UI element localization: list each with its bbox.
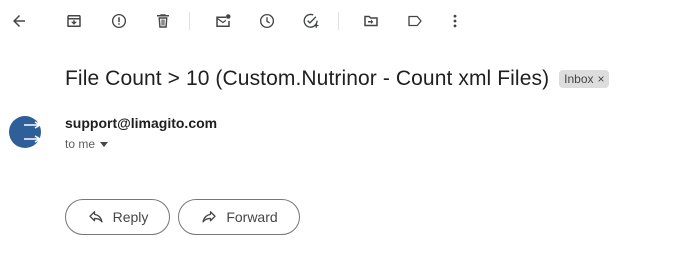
labels-button[interactable] xyxy=(401,7,429,35)
back-arrow-icon xyxy=(13,15,25,27)
archive-button[interactable] xyxy=(60,7,88,35)
toolbar-divider xyxy=(338,12,339,30)
forward-button[interactable]: Forward xyxy=(178,199,300,235)
recipient-details-toggle[interactable]: to me xyxy=(65,137,109,151)
recipient-text: to me xyxy=(65,137,96,151)
move-to-icon xyxy=(364,15,378,27)
move-to-button[interactable] xyxy=(357,7,385,35)
label-chip-text: Inbox xyxy=(564,72,594,86)
forward-label: Forward xyxy=(226,209,278,225)
caret-down-icon xyxy=(100,142,109,147)
back-button[interactable] xyxy=(5,7,33,35)
add-task-icon xyxy=(303,13,319,28)
forward-icon xyxy=(202,211,216,223)
toolbar xyxy=(0,0,679,42)
snooze-button[interactable] xyxy=(253,7,281,35)
more-options-button[interactable] xyxy=(441,7,469,35)
reply-button[interactable]: Reply xyxy=(65,199,170,235)
report-spam-icon xyxy=(111,13,127,29)
mark-unread-icon xyxy=(216,14,231,27)
sender-address[interactable]: support@limagito.com xyxy=(65,115,217,131)
more-vert-icon xyxy=(453,14,457,28)
toolbar-divider xyxy=(189,12,190,30)
report-spam-button[interactable] xyxy=(105,7,133,35)
reply-icon xyxy=(88,211,103,223)
email-view: File Count > 10 (Custom.Nutrinor - Count… xyxy=(0,0,679,269)
labels-icon xyxy=(408,15,422,27)
email-subject: File Count > 10 (Custom.Nutrinor - Count… xyxy=(65,67,550,90)
remove-label-icon[interactable]: × xyxy=(598,73,605,85)
add-task-button[interactable] xyxy=(297,7,325,35)
delete-icon xyxy=(157,14,169,28)
snooze-icon xyxy=(259,13,275,29)
reply-label: Reply xyxy=(112,209,149,225)
archive-icon xyxy=(67,15,81,27)
inbox-label-chip[interactable]: Inbox × xyxy=(559,70,609,88)
delete-button[interactable] xyxy=(149,7,177,35)
mark-unread-button[interactable] xyxy=(209,7,237,35)
subject-row: File Count > 10 (Custom.Nutrinor - Count… xyxy=(65,64,609,94)
sender-avatar[interactable] xyxy=(9,116,41,148)
